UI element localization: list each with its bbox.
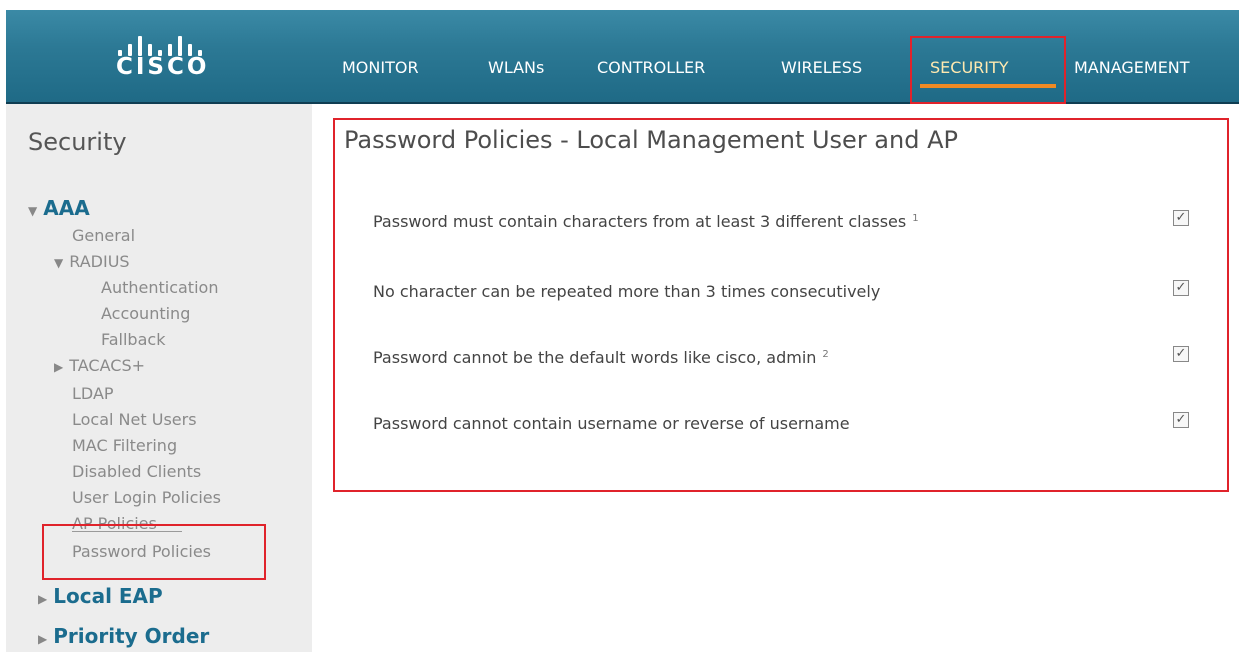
password-policies-highlight <box>42 524 266 580</box>
page-title: Password Policies - Local Management Use… <box>344 126 958 154</box>
policy-label: Password cannot contain username or reve… <box>373 414 850 433</box>
sidebar-item-mac-filtering[interactable]: MAC Filtering <box>72 436 177 455</box>
nav-controller[interactable]: CONTROLLER <box>597 58 705 77</box>
sidebar-item-label: TACACS+ <box>69 356 145 375</box>
policy-row: Password must contain characters from at… <box>373 210 1213 240</box>
footnote-marker: 1 <box>912 212 919 224</box>
nav-management[interactable]: MANAGEMENT <box>1074 58 1190 77</box>
sidebar-item-label: AAA <box>43 196 90 220</box>
sidebar-title: Security <box>28 128 127 156</box>
policy-label: Password must contain characters from at… <box>373 212 919 231</box>
sidebar-item-radius[interactable]: ▼ RADIUS <box>54 252 130 271</box>
policy-checkbox[interactable]: ✓ <box>1173 412 1189 428</box>
policy-row: No character can be repeated more than 3… <box>373 280 1213 310</box>
policy-checkbox[interactable]: ✓ <box>1173 280 1189 296</box>
sidebar-item-ldap[interactable]: LDAP <box>72 384 114 403</box>
sidebar-item-local-eap[interactable]: ▶ Local EAP <box>38 584 163 608</box>
sidebar-item-label: Priority Order <box>53 624 210 648</box>
policy-checkbox[interactable]: ✓ <box>1173 210 1189 226</box>
nav-monitor[interactable]: MONITOR <box>342 58 419 77</box>
sidebar-item-accounting[interactable]: Accounting <box>101 304 190 323</box>
sidebar-item-label: RADIUS <box>69 252 130 271</box>
sidebar-item-general[interactable]: General <box>72 226 135 245</box>
sidebar-item-tacacs[interactable]: ▶ TACACS+ <box>54 356 145 375</box>
caret-down-icon: ▼ <box>54 256 64 270</box>
caret-down-icon: ▼ <box>28 204 38 218</box>
caret-right-icon: ▶ <box>54 360 64 374</box>
sidebar-item-user-login-policies[interactable]: User Login Policies <box>72 488 221 507</box>
security-tab-highlight <box>910 36 1066 104</box>
policy-checkbox[interactable]: ✓ <box>1173 346 1189 362</box>
policy-row: Password cannot be the default words lik… <box>373 346 1213 376</box>
sidebar-item-disabled-clients[interactable]: Disabled Clients <box>72 462 201 481</box>
policy-label: No character can be repeated more than 3… <box>373 282 881 301</box>
policy-row: Password cannot contain username or reve… <box>373 412 1213 442</box>
policy-label: Password cannot be the default words lik… <box>373 348 829 367</box>
nav-wireless[interactable]: WIRELESS <box>781 58 862 77</box>
nav-wlans[interactable]: WLANs <box>488 58 544 77</box>
sidebar-item-authentication[interactable]: Authentication <box>101 278 218 297</box>
sidebar-item-priority-order[interactable]: ▶ Priority Order <box>38 624 209 648</box>
sidebar-item-local-net-users[interactable]: Local Net Users <box>72 410 197 429</box>
sidebar-item-aaa[interactable]: ▼ AAA <box>28 196 90 220</box>
sidebar-item-fallback[interactable]: Fallback <box>101 330 165 349</box>
caret-right-icon: ▶ <box>38 632 48 646</box>
footnote-marker: 2 <box>822 348 829 360</box>
sidebar-item-label: Local EAP <box>53 584 163 608</box>
caret-right-icon: ▶ <box>38 592 48 606</box>
